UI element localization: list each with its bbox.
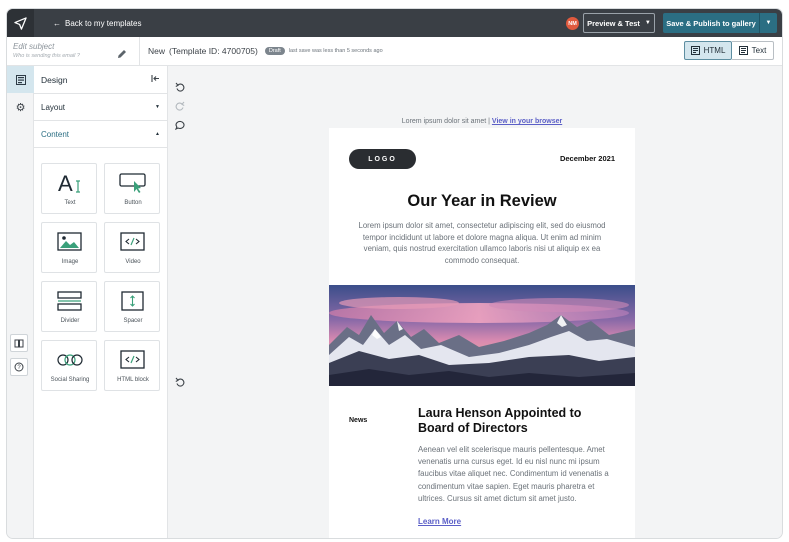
block-label: Image	[61, 259, 79, 265]
undo-icon[interactable]	[173, 80, 187, 94]
editor-toolbar	[169, 66, 191, 538]
caret-down-icon: ▼	[644, 20, 651, 26]
book-icon[interactable]	[10, 334, 28, 352]
help-icon[interactable]: ?	[10, 358, 28, 376]
html-mode-button[interactable]: HTML	[684, 41, 732, 60]
image-icon	[42, 229, 98, 255]
preheader-text: Lorem ipsum dolor sit amet |	[401, 118, 490, 125]
email-canvas: Lorem ipsum dolor sit amet | View in you…	[169, 66, 782, 538]
text-doc-icon	[738, 46, 748, 55]
preview-test-button[interactable]: Preview & Test ▼	[583, 13, 655, 33]
view-in-browser-link[interactable]: View in your browser	[492, 118, 562, 125]
back-to-templates-link[interactable]: ← Back to my templates	[53, 16, 141, 30]
subject-placeholder[interactable]: Edit subject	[13, 42, 80, 51]
sender-placeholder[interactable]: Who is sending this email ?	[13, 53, 80, 59]
svg-text:A: A	[58, 172, 73, 194]
history-icon[interactable]	[173, 375, 187, 389]
learn-more-link[interactable]: Learn More	[418, 517, 461, 526]
text-icon: A	[42, 170, 98, 196]
content-label: Content	[41, 129, 70, 139]
publish-label: Save & Publish to gallery	[666, 18, 756, 28]
email-headline[interactable]: Our Year in Review	[329, 192, 635, 211]
comment-icon[interactable]	[173, 118, 187, 132]
article-title[interactable]: Laura Henson Appointed to Board of Direc…	[418, 406, 618, 436]
article-body[interactable]: Aenean vel elit scelerisque mauris pelle…	[418, 444, 618, 505]
left-icon-rail: ⚙ ?	[7, 66, 34, 538]
subject-editor[interactable]: Edit subject Who is sending this email ?	[13, 42, 80, 59]
draft-badge: Draft	[264, 47, 285, 55]
preheader: Lorem ipsum dolor sit amet | View in you…	[329, 118, 635, 125]
template-info: New (Template ID: 4700705) Draft last sa…	[148, 46, 383, 56]
intro-paragraph[interactable]: Lorem ipsum dolor sit amet, consectetur …	[349, 220, 615, 266]
button-icon	[105, 170, 161, 196]
back-label: Back to my templates	[65, 18, 142, 28]
template-id: (Template ID: 4700705)	[169, 46, 258, 56]
block-divider[interactable]: Divider	[41, 281, 97, 332]
logo-placeholder[interactable]: LOGO	[349, 149, 416, 169]
arrow-left-icon: ←	[53, 18, 61, 28]
issue-date[interactable]: December 2021	[560, 154, 615, 163]
settings-gear-icon[interactable]: ⚙	[7, 94, 34, 121]
caret-down-icon: ▼	[155, 104, 160, 110]
block-label: Spacer	[123, 318, 143, 324]
template-header: Edit subject Who is sending this email ?…	[7, 37, 782, 66]
divider	[139, 37, 140, 66]
video-icon	[105, 229, 161, 255]
publish-options-caret-icon[interactable]: ▼	[760, 20, 777, 26]
user-avatar[interactable]: NM	[566, 17, 579, 30]
redo-icon[interactable]	[173, 99, 187, 113]
preview-label: Preview & Test	[587, 18, 640, 28]
block-html[interactable]: HTML block	[104, 340, 160, 391]
layout-label: Layout	[41, 102, 66, 112]
text-label: Text	[751, 46, 767, 55]
pencil-icon[interactable]	[117, 46, 127, 64]
block-label: Video	[125, 259, 141, 265]
block-label: HTML block	[117, 377, 149, 383]
social-icon	[42, 347, 98, 373]
template-status: New	[148, 46, 166, 56]
block-image[interactable]: Image	[41, 222, 97, 273]
hero-mountain-image[interactable]	[329, 285, 635, 386]
block-label: Button	[124, 200, 142, 206]
top-bar: ← Back to my templates NM Preview & Test…	[7, 9, 782, 37]
code-icon	[105, 347, 161, 373]
content-section-toggle[interactable]: Content ▲	[34, 121, 167, 148]
caret-up-icon: ▲	[155, 131, 160, 137]
collapse-panel-icon[interactable]	[151, 74, 160, 85]
html-label: HTML	[703, 46, 726, 55]
app-logo-icon[interactable]	[7, 9, 34, 37]
block-label: Text	[64, 200, 76, 206]
block-video[interactable]: Video	[104, 222, 160, 273]
news-label[interactable]: News	[349, 417, 367, 424]
block-button[interactable]: Button	[104, 163, 160, 214]
app-window: ← Back to my templates NM Preview & Test…	[7, 9, 782, 538]
block-text[interactable]: A Text	[41, 163, 97, 214]
block-label: Social Sharing	[50, 377, 90, 383]
block-social-sharing[interactable]: Social Sharing	[41, 340, 97, 391]
design-panel: Design Layout ▼ Content ▲ A Text Button …	[34, 66, 168, 538]
panel-header: Design	[34, 66, 167, 94]
last-save-text: last save was less than 5 seconds ago	[288, 48, 383, 54]
text-mode-button[interactable]: Text	[732, 41, 774, 60]
block-spacer[interactable]: Spacer	[104, 281, 160, 332]
spacer-icon	[105, 288, 161, 314]
email-body[interactable]: LOGO December 2021 Our Year in Review Lo…	[329, 128, 635, 538]
panel-title: Design	[41, 74, 68, 85]
html-icon	[690, 46, 700, 55]
save-publish-button[interactable]: Save & Publish to gallery ▼	[663, 13, 777, 33]
design-tab-icon[interactable]	[7, 66, 34, 93]
block-label: Divider	[60, 318, 80, 324]
layout-section-toggle[interactable]: Layout ▼	[34, 94, 167, 121]
divider-icon	[42, 288, 98, 314]
